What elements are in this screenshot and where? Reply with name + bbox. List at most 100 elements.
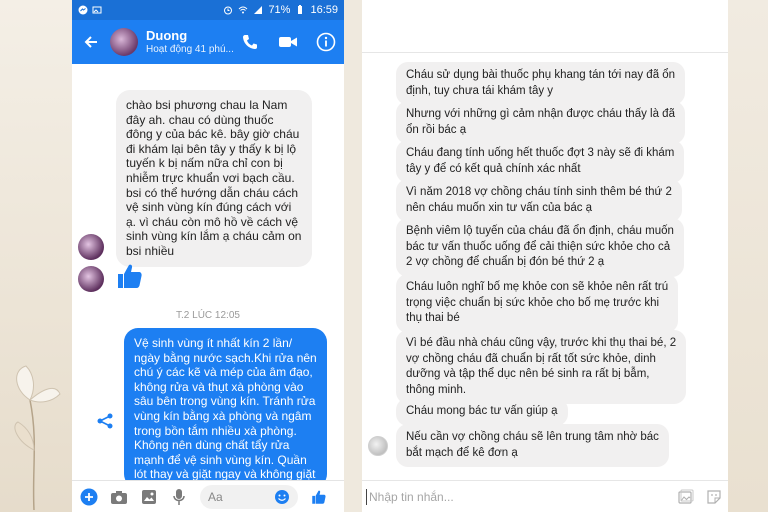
message-line: Vệ sinh vùng ít nhất kín 2 lần/	[134, 336, 293, 350]
sticker-icon[interactable]	[706, 489, 722, 505]
sender-avatar[interactable]	[78, 234, 104, 260]
info-button[interactable]	[316, 32, 336, 52]
chat-message[interactable]: Cháu sử dụng bài thuốc phụ khang tán tới…	[396, 62, 686, 105]
message-line: ngày bằng nước sạch.Khi rửa nên	[134, 350, 317, 365]
message-line: trong bồn tắm nhiều xà phòng.	[134, 423, 297, 438]
chat-message[interactable]: Vì năm 2018 vợ chồng cháu tính sinh thêm…	[396, 179, 682, 222]
message-line: đi khám lại bên tây y thấy k bị lộ	[126, 141, 297, 156]
message-line: ạ. vì cháu còn mô hồ về cách vệ	[126, 214, 299, 229]
message-line: mạnh để vệ sinh vùng kín. Quần	[134, 452, 307, 467]
message-line: thụ thai bé	[406, 312, 460, 324]
background-left	[0, 0, 72, 512]
camera-button[interactable]	[110, 488, 128, 506]
signal-icon	[254, 6, 263, 14]
message-line: đây ah. chau có dùng thuốc	[126, 112, 274, 127]
video-call-button[interactable]	[278, 32, 298, 52]
message-line: không rửa và thụt xà phòng vào	[134, 379, 304, 394]
sender-avatar[interactable]	[368, 436, 388, 456]
message-line: sinh vùng kín lắm ạ cháu cảm on	[126, 229, 302, 244]
chat-message[interactable]: Cháu luôn nghĩ bố mẹ khỏe con sẽ khỏe nê…	[396, 274, 679, 333]
message-input[interactable]: Aa	[200, 484, 298, 509]
plus-icon	[80, 488, 98, 505]
thumbs-up-icon	[312, 490, 326, 504]
chat-message[interactable]: Nếu cần vợ chồng cháu sẽ lên trung tâm n…	[396, 424, 669, 467]
message-line: Cháu mong bác tư vấn giúp ạ	[406, 405, 558, 417]
message-line: Cháu đang tính uống hết thuốc đợt 3 này …	[406, 147, 675, 159]
messenger-notification-icon	[78, 5, 88, 15]
message-line: 2 vợ chồng để chuẩn bị đón bé thứ 2 ạ	[406, 256, 605, 268]
outgoing-message[interactable]: Vệ sinh vùng ít nhất kín 2 lần/ ngày bằn…	[124, 328, 327, 488]
message-line: định, tuy chưa tái khám tây y	[406, 84, 554, 97]
chat-input[interactable]: Nhập tin nhắn...	[369, 490, 678, 504]
camera-icon	[111, 490, 127, 504]
back-arrow-icon	[84, 36, 97, 48]
message-line: bắt mạch để kê đơn ạ	[406, 446, 518, 459]
message-line: Cháu luôn nghĩ bố mẹ khỏe con sẽ khỏe nê…	[406, 281, 669, 293]
sender-avatar[interactable]	[78, 266, 104, 292]
text-caret	[366, 489, 367, 505]
message-thread: chào bsi phương chau la Nam đây ah. chau…	[72, 64, 344, 488]
message-line: chào bsi phương chau la Nam	[126, 98, 288, 112]
message-line: vệ sinh vùng kín đúng cách với	[126, 200, 292, 215]
status-bar: 71% 16:59	[72, 0, 344, 20]
chat-message[interactable]: Vì bé đầu nhà cháu cũng vậy, trước khi t…	[396, 330, 687, 404]
message-line: Cháu sử dụng bài thuốc phụ khang tán tới…	[406, 69, 676, 81]
message-line: nên cháu muốn xin tư vấn của bác ạ	[406, 201, 593, 214]
image-icon[interactable]	[678, 489, 694, 505]
message-line: thông minh.	[406, 383, 467, 396]
battery-percent: 71%	[268, 4, 291, 16]
divider	[362, 52, 728, 53]
message-line: Nhưng với những gì cảm nhận được cháu th…	[406, 108, 675, 120]
image-notification-icon	[92, 6, 102, 14]
message-line: đông y của bác kê. bây giờ cháu	[126, 127, 300, 142]
microphone-icon	[173, 488, 185, 505]
message-line: bsi có thể hướng dẫn cháu cách	[126, 185, 299, 200]
battery-icon	[298, 5, 303, 14]
flower-decoration-icon	[14, 365, 61, 510]
incoming-message[interactable]: chào bsi phương chau la Nam đây ah. chau…	[116, 90, 312, 267]
message-line: ổn rồi bác ạ	[406, 123, 467, 136]
thumbs-up-icon	[118, 264, 142, 288]
message-timestamp: T.2 LÚC 12:05	[176, 310, 240, 321]
phone-icon	[243, 35, 257, 49]
message-line: bsi nhiều	[126, 243, 175, 258]
video-icon	[279, 37, 297, 47]
active-status: Hoạt động 41 phú...	[146, 43, 234, 55]
web-chat-screenshot: Cháu sử dụng bài thuốc phụ khang tán tới…	[362, 0, 728, 512]
message-line: Vì năm 2018 vợ chồng cháu tính sinh thêm…	[406, 186, 672, 198]
message-line: Không nên dùng chất tẩy rửa	[134, 438, 290, 453]
chat-message[interactable]: Cháu mong bác tư vấn giúp ạ	[396, 398, 568, 426]
chat-input-bar: Nhập tin nhắn...	[362, 482, 728, 512]
contact-name[interactable]: Duong	[146, 28, 234, 44]
clock: 16:59	[310, 4, 338, 16]
back-button[interactable]	[80, 31, 102, 53]
message-line: Bệnh viêm lộ tuyến của cháu đã ổn định, …	[406, 225, 674, 237]
like-button[interactable]	[310, 488, 328, 506]
conversation-header: Duong Hoạt động 41 phú...	[72, 20, 344, 64]
alarm-icon	[224, 6, 233, 15]
chat-message[interactable]: Bệnh viêm lộ tuyến của cháu đã ổn định, …	[396, 218, 684, 277]
divider	[362, 480, 728, 481]
wifi-icon	[239, 6, 248, 14]
message-line: sâu bên trong vùng kín. Tránh rửa	[134, 394, 316, 409]
info-icon	[316, 32, 336, 52]
emoji-icon[interactable]	[274, 489, 290, 505]
message-line: bác tư vấn thuốc uống để cải thiện sức k…	[406, 240, 671, 253]
more-actions-button[interactable]	[80, 488, 98, 506]
image-icon	[142, 489, 156, 504]
share-icon[interactable]	[96, 412, 114, 430]
contact-avatar[interactable]	[110, 28, 138, 56]
message-line: Nếu cần vợ chồng cháu sẽ lên trung tâm n…	[406, 431, 659, 443]
message-line: chú ý các kẽ và mép của âm đạo,	[134, 365, 313, 380]
chat-message[interactable]: Nhưng với những gì cảm nhận được cháu th…	[396, 101, 685, 144]
message-line: Vì bé đầu nhà cháu cũng vậy, trước khi t…	[406, 337, 677, 349]
message-input-placeholder: Aa	[208, 489, 223, 504]
gallery-button[interactable]	[140, 488, 158, 506]
chat-message[interactable]: Cháu đang tính uống hết thuốc đợt 3 này …	[396, 140, 685, 183]
message-line: tuyến k bị nấm nữa chỉ con bị	[126, 156, 283, 171]
message-line: nhiễm trực khuẩn vơi bạch cầu.	[126, 170, 295, 185]
voice-button[interactable]	[170, 488, 188, 506]
message-line: trọng việc chuẩn bị sức khỏe cho bố mẹ t…	[406, 296, 660, 309]
message-line: vợ chồng cháu đã chuẩn bị rất tốt sức kh…	[406, 352, 656, 365]
call-button[interactable]	[240, 32, 260, 52]
